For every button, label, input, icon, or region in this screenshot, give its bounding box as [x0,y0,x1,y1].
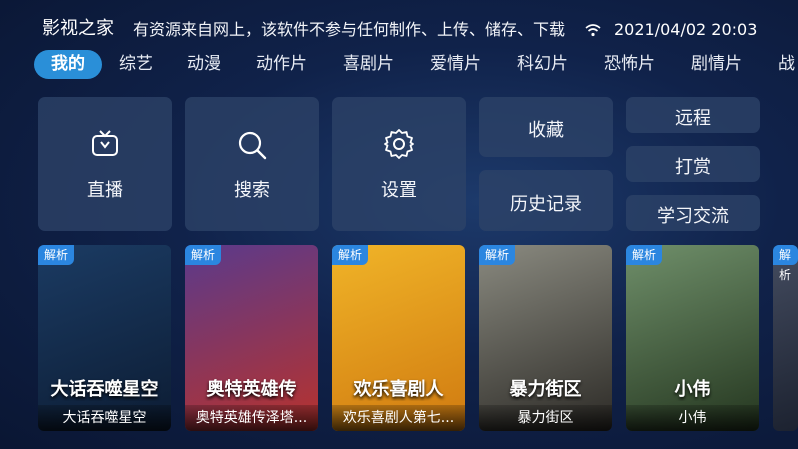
parse-badge: 解析 [332,245,369,265]
settings-label: 设置 [381,180,417,201]
poster-title-art: 奥特英雄传 [206,379,297,400]
settings-tile[interactable]: 设置 [332,97,466,231]
video-card[interactable]: 暴力街区 解析 暴力街区 [479,245,612,431]
poster-title-art: 小伟 [674,379,711,400]
donate-label: 打赏 [675,157,711,178]
parse-badge: 解析 [38,245,75,265]
tab-action[interactable]: 动作片 [256,50,307,79]
wifi-icon [585,24,601,37]
poster-image [479,245,612,431]
history-label: 历史记录 [510,194,582,215]
video-card[interactable]: 解析 [773,245,798,431]
video-card[interactable]: 大话吞噬星空 解析 大话吞噬星空 [38,245,171,431]
gear-icon [384,129,414,159]
remote-tile[interactable]: 远程 [626,97,760,133]
video-card[interactable]: 奥特英雄传 解析 奥特英雄传泽塔... [185,245,318,431]
poster-title-art: 暴力街区 [509,379,582,400]
study-tile[interactable]: 学习交流 [626,195,760,231]
tab-mine[interactable]: 我的 [34,50,102,79]
tv-icon [92,130,118,156]
tab-war[interactable]: 战 [778,50,795,79]
parse-badge: 解析 [626,245,663,265]
poster-image [626,245,759,431]
donate-tile[interactable]: 打赏 [626,146,760,182]
poster-image [185,245,318,431]
favorites-tile[interactable]: 收藏 [479,97,613,157]
poster-image [332,245,465,431]
study-label: 学习交流 [657,206,729,227]
tab-variety[interactable]: 综艺 [119,50,153,79]
tab-drama[interactable]: 剧情片 [691,50,742,79]
category-tabs: 我的 综艺 动漫 动作片 喜剧片 爱情片 科幻片 恐怖片 剧情片 战 [0,50,798,80]
live-label: 直播 [87,180,123,201]
video-title: 奥特英雄传泽塔... [185,405,318,431]
tab-horror[interactable]: 恐怖片 [604,50,655,79]
video-title: 欢乐喜剧人第七... [332,405,465,431]
parse-badge: 解析 [479,245,516,265]
search-tile[interactable]: 搜索 [185,97,319,231]
tab-comedy[interactable]: 喜剧片 [343,50,394,79]
status-bar: 影视之家 有资源来自网上，该软件不参与任何制作、上传、储存、下载 2021/04… [0,0,798,40]
video-card[interactable]: 小伟 解析 小伟 [626,245,759,431]
app-title: 影视之家 [42,18,114,39]
tab-romance[interactable]: 爱情片 [430,50,481,79]
video-title: 大话吞噬星空 [38,405,171,431]
video-title: 小伟 [626,405,759,431]
search-icon [238,131,267,160]
parse-badge: 解析 [773,245,798,282]
video-card[interactable]: 欢乐喜剧人 解析 欢乐喜剧人第七... [332,245,465,431]
poster-image [38,245,171,431]
search-label: 搜索 [234,180,270,201]
tab-anime[interactable]: 动漫 [187,50,221,79]
tab-scifi[interactable]: 科幻片 [517,50,568,79]
notice-marquee: 有资源来自网上，该软件不参与任何制作、上传、储存、下载 [133,20,566,39]
history-tile[interactable]: 历史记录 [479,170,613,231]
poster-title-art: 欢乐喜剧人 [353,379,444,400]
remote-label: 远程 [675,108,711,129]
video-title: 暴力街区 [479,405,612,431]
live-tile[interactable]: 直播 [38,97,172,231]
favorites-label: 收藏 [528,120,564,141]
parse-badge: 解析 [185,245,222,265]
poster-title-art: 大话吞噬星空 [50,379,159,400]
clock: 2021/04/02 20:03 [614,20,758,39]
